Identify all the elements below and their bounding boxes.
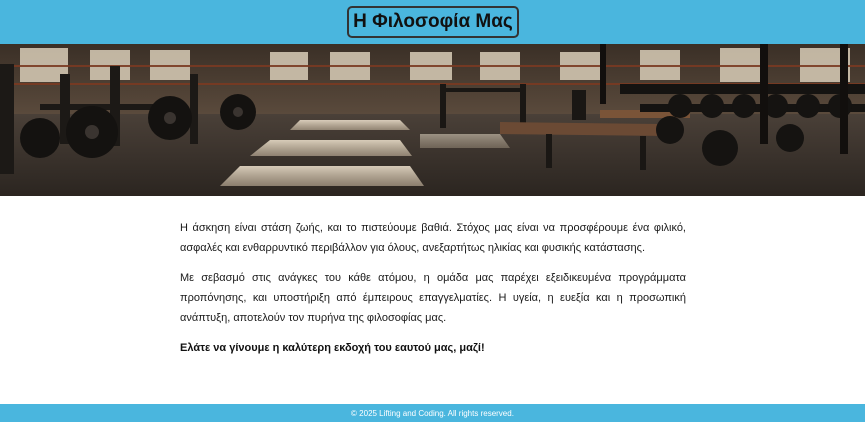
paragraph-2: Με σεβασμό στις ανάγκες του κάθε ατόμου,… — [180, 272, 686, 324]
closing-statement: Ελάτε να γίνουμε η καλύτερη εκδοχή του ε… — [180, 342, 485, 354]
page-footer: © 2025 Lifting and Coding. All rights re… — [0, 404, 865, 422]
copyright-text: © 2025 Lifting and Coding. All rights re… — [351, 408, 514, 418]
gym-interior-image — [0, 44, 865, 196]
paragraph-1: Η άσκηση είναι στάση ζωής, και το πιστεύ… — [180, 222, 686, 254]
page-title: Η Φιλοσοφία Μας — [347, 6, 519, 38]
page-header: Η Φιλοσοφία Μας — [0, 0, 865, 44]
philosophy-text: Η άσκηση είναι στάση ζωής, και το πιστεύ… — [180, 218, 686, 368]
